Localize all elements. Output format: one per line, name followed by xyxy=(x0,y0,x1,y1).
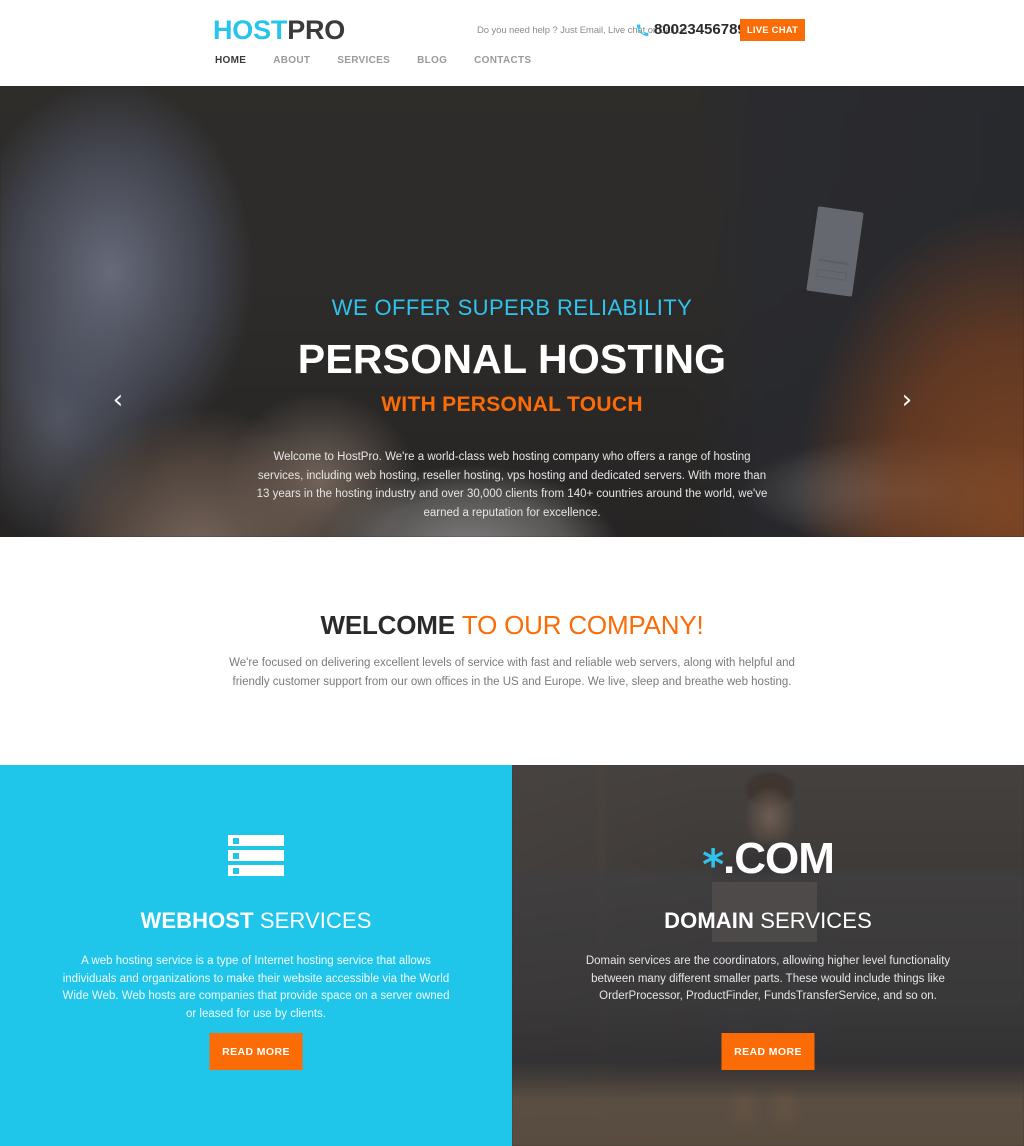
service-title-domain: DOMAIN SERVICES xyxy=(512,907,1024,935)
service-title-domain-normal: SERVICES xyxy=(760,908,872,933)
services-section: WEBHOST SERVICES A web hosting service i… xyxy=(0,765,1024,1146)
welcome-description: We're focused on delivering excellent le… xyxy=(229,657,795,688)
nav-item-about[interactable]: ABOUT xyxy=(273,55,337,66)
asterisk-icon: * xyxy=(702,840,724,889)
phone-icon xyxy=(636,24,649,37)
server-bar-2 xyxy=(228,850,284,861)
service-card-domain-inner: *.COM DOMAIN SERVICES Domain services ar… xyxy=(512,765,1024,1146)
hero-content: WE OFFER SUPERB RELIABILITY PERSONAL HOS… xyxy=(0,86,1024,537)
logo-text-pro: PRO xyxy=(287,15,346,45)
server-led-3 xyxy=(233,868,239,874)
main-nav: HOME ABOUT SERVICES BLOG CONTACTS xyxy=(215,55,558,66)
service-description-domain: Domain services are the coordinators, al… xyxy=(585,955,951,1002)
service-card-webhost: WEBHOST SERVICES A web hosting service i… xyxy=(0,765,512,1146)
nav-item-contacts[interactable]: CONTACTS xyxy=(474,55,558,66)
slider-prev-arrow-icon[interactable]: ‹ xyxy=(104,386,132,414)
hero-description: Welcome to HostPro. We're a world-class … xyxy=(256,451,768,519)
server-led-2 xyxy=(233,853,239,859)
header-inner: HOSTPRO Do you need help ? Just Email, L… xyxy=(0,0,1024,86)
read-more-button-domain[interactable]: READ MORE xyxy=(721,1033,815,1070)
phone-block[interactable]: 80023456789 xyxy=(636,21,746,38)
service-title-domain-bold: DOMAIN xyxy=(664,908,754,933)
nav-item-services[interactable]: SERVICES xyxy=(337,55,417,66)
hero-slider: WE OFFER SUPERB RELIABILITY PERSONAL HOS… xyxy=(0,86,1024,537)
server-led-1 xyxy=(233,838,239,844)
service-title-webhost-bold: WEBHOST xyxy=(140,908,254,933)
phone-number: 80023456789 xyxy=(654,21,746,38)
read-more-button-webhost[interactable]: READ MORE xyxy=(209,1033,303,1070)
hero-kicker: WE OFFER SUPERB RELIABILITY xyxy=(331,295,693,320)
server-bar-3 xyxy=(228,865,284,876)
hero-title: PERSONAL HOSTING xyxy=(297,336,727,382)
welcome-title-bold: WELCOME xyxy=(320,610,455,640)
service-title-webhost-normal: SERVICES xyxy=(259,908,372,933)
welcome-title: WELCOME TO OUR COMPANY! xyxy=(0,609,1024,641)
service-title-webhost: WEBHOST SERVICES xyxy=(0,907,512,935)
site-header: HOSTPRO Do you need help ? Just Email, L… xyxy=(0,0,1024,86)
welcome-section: WELCOME TO OUR COMPANY! We're focused on… xyxy=(0,537,1024,765)
service-card-webhost-inner: WEBHOST SERVICES A web hosting service i… xyxy=(0,765,512,1146)
service-card-domain: *.COM DOMAIN SERVICES Domain services ar… xyxy=(512,765,1024,1146)
nav-item-blog[interactable]: BLOG xyxy=(417,55,474,66)
nav-item-home[interactable]: HOME xyxy=(215,55,273,66)
dot-com-icon: *.COM xyxy=(512,833,1024,889)
server-bar-1 xyxy=(228,835,284,846)
logo-text-host: HOST xyxy=(213,15,288,45)
live-chat-button[interactable]: LIVE CHAT xyxy=(740,19,805,41)
dot-com-text: .COM xyxy=(723,834,835,883)
server-icon xyxy=(228,835,284,880)
welcome-title-accent: TO OUR COMPANY! xyxy=(461,610,704,640)
site-logo[interactable]: HOSTPRO xyxy=(213,14,345,47)
hero-subtitle: WITH PERSONAL TOUCH xyxy=(381,393,643,416)
slider-next-arrow-icon[interactable]: › xyxy=(893,386,921,414)
service-description-webhost: A web hosting service is a type of Inter… xyxy=(62,955,450,1020)
